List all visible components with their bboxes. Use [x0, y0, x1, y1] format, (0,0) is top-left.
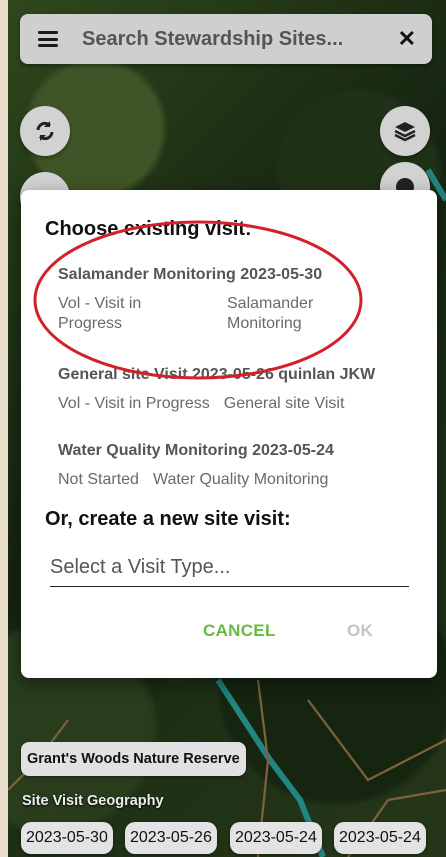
date-chip[interactable]: 2023-05-24: [334, 822, 426, 854]
search-bar[interactable]: Search Stewardship Sites... ✕: [20, 14, 432, 64]
visit-details: Vol - Visit in Progress General site Vis…: [58, 394, 375, 414]
visit-option[interactable]: Salamander Monitoring 2023-05-30 Vol - V…: [58, 266, 337, 334]
visit-status: Not Started: [58, 471, 139, 488]
dialog-title: Choose existing visit:: [45, 218, 252, 240]
choose-visit-dialog: Choose existing visit: Salamander Monito…: [21, 190, 437, 678]
cancel-button[interactable]: CANCEL: [203, 621, 276, 641]
date-chip[interactable]: 2023-05-24: [230, 822, 322, 854]
visit-details: Vol - Visit in Progress Salamander Monit…: [58, 294, 337, 334]
geography-label: Site Visit Geography: [22, 793, 164, 809]
visit-type: General site Visit: [223, 395, 345, 412]
app-screen: Search Stewardship Sites... ✕ Choose exi…: [8, 0, 446, 857]
search-input[interactable]: Search Stewardship Sites...: [82, 28, 398, 51]
visit-title: Water Quality Monitoring 2023-05-24: [58, 442, 334, 459]
visit-status: Vol - Visit in Progress: [58, 295, 142, 332]
reserve-label[interactable]: Grant's Woods Nature Reserve: [21, 742, 246, 776]
date-chip[interactable]: 2023-05-26: [125, 822, 217, 854]
visit-option[interactable]: Water Quality Monitoring 2023-05-24 Not …: [58, 442, 334, 490]
visit-type-select[interactable]: Select a Visit Type...: [50, 556, 409, 587]
visit-title: Salamander Monitoring 2023-05-30: [58, 266, 323, 283]
visit-details: Not Started Water Quality Monitoring: [58, 470, 334, 490]
refresh-icon: [36, 121, 54, 141]
refresh-button[interactable]: [20, 106, 70, 156]
visit-type: Water Quality Monitoring: [152, 471, 329, 488]
layers-button[interactable]: [380, 106, 430, 156]
new-visit-heading: Or, create a new site visit:: [45, 508, 291, 530]
ok-button[interactable]: OK: [347, 621, 373, 641]
close-icon[interactable]: ✕: [398, 26, 416, 52]
layers-icon: [394, 122, 416, 142]
menu-icon[interactable]: [38, 31, 58, 47]
visit-title: General site Visit 2023-05-26 quinlan JK…: [58, 366, 376, 383]
visit-type: Salamander Monitoring: [227, 295, 314, 332]
visit-option[interactable]: General site Visit 2023-05-26 quinlan JK…: [58, 366, 375, 414]
date-chip[interactable]: 2023-05-30: [21, 822, 113, 854]
visit-status: Vol - Visit in Progress: [58, 395, 210, 412]
